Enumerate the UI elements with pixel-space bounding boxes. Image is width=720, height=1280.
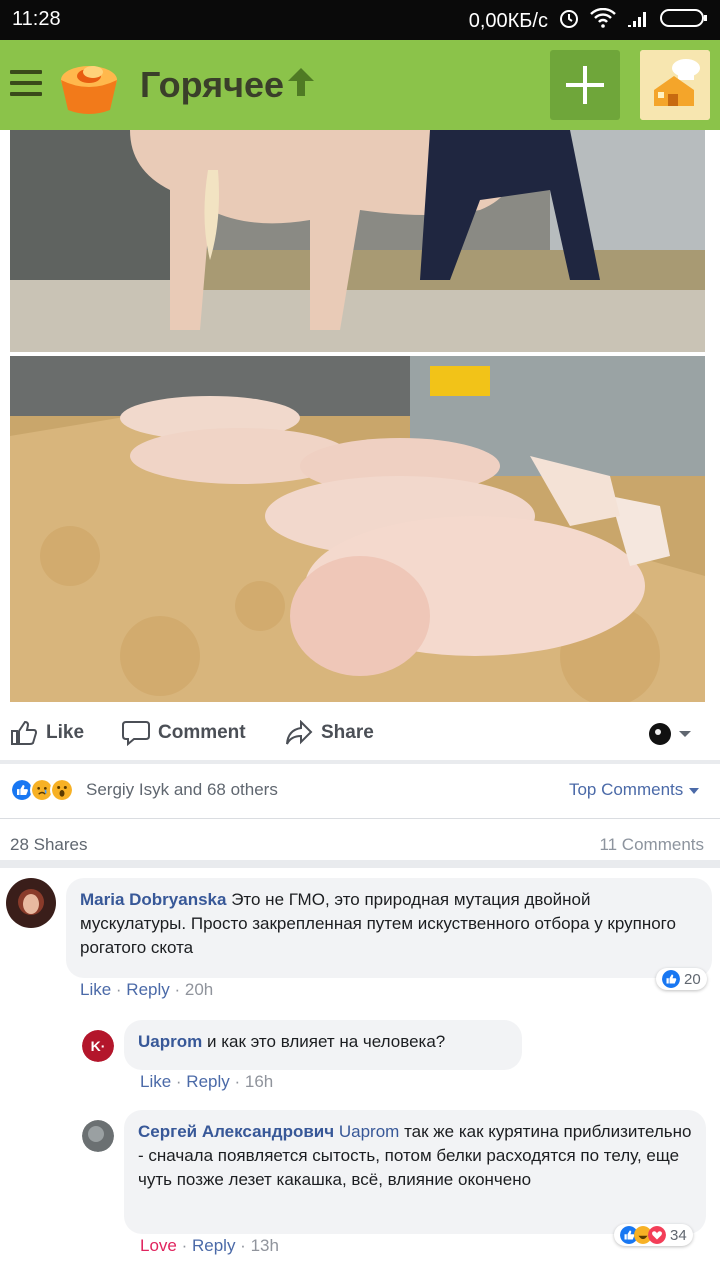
comment-meta: Like · Reply · 16h [140, 1072, 274, 1091]
comments-section: Maria Dobryanska Это не ГМО, это природн… [0, 868, 720, 1280]
comment-icon [122, 721, 150, 746]
avatar[interactable] [6, 878, 56, 928]
share-button[interactable]: Share [285, 720, 374, 746]
reactions-summary[interactable]: Sergiy Isyk and 68 others Top Comments [0, 764, 720, 816]
comment-reply-link[interactable]: Reply [192, 1236, 235, 1255]
comment-button[interactable]: Comment [122, 720, 246, 746]
user-avatar[interactable] [640, 50, 710, 120]
status-time: 11:28 [12, 8, 61, 30]
signal-icon [626, 9, 650, 33]
svg-text:K·: K· [91, 1038, 106, 1054]
wow-reaction-icon [50, 778, 74, 802]
post-photo-top[interactable] [10, 130, 705, 352]
comments-count[interactable]: 11 Comments [599, 835, 704, 855]
comment-author[interactable]: Uaprom [138, 1032, 202, 1051]
comment-bubble: Сергей Александрович Uaprom так же как к… [124, 1110, 706, 1234]
top-comments-label: Top Comments [568, 780, 684, 799]
post-photo-bottom[interactable] [10, 356, 705, 702]
chevron-down-icon [679, 731, 691, 737]
battery-icon [660, 8, 708, 34]
post-actions: Like Comment Share [0, 706, 720, 760]
like-label: Like [46, 722, 85, 743]
comment-reply-link[interactable]: Reply [126, 980, 169, 999]
comment-author[interactable]: Maria Dobryanska [80, 890, 226, 909]
top-comments-dropdown[interactable]: Top Comments [569, 780, 700, 800]
comment-mention[interactable]: Uaprom [339, 1122, 399, 1141]
comment-label: Comment [158, 722, 246, 743]
comment-reactions[interactable]: 34 [614, 1224, 693, 1246]
comment-bubble: Maria Dobryanska Это не ГМО, это природн… [66, 878, 712, 978]
share-icon [286, 720, 313, 745]
comment-author[interactable]: Сергей Александрович [138, 1122, 334, 1141]
comment-reactions[interactable]: 20 [656, 968, 707, 990]
avatar[interactable]: K· [82, 1030, 114, 1062]
comment-time: 16h [244, 1072, 274, 1091]
reaction-count: 34 [670, 1226, 687, 1244]
avatar[interactable] [82, 1120, 114, 1152]
wifi-icon [590, 7, 616, 34]
comment-time: 20h [184, 980, 214, 999]
like-reaction-icon [662, 970, 680, 988]
reaction-count: 20 [684, 970, 701, 988]
chevron-down-icon [689, 788, 699, 794]
comment-like-link[interactable]: Like [80, 980, 111, 999]
comment-reply-link[interactable]: Reply [186, 1072, 229, 1091]
like-button[interactable]: Like [10, 720, 84, 746]
comment-meta: Love · Reply · 13h [140, 1236, 279, 1255]
comment-meta: Like · Reply · 20h [80, 980, 214, 999]
menu-icon[interactable] [10, 70, 42, 96]
reactions-text: Sergiy Isyk and 68 others [86, 780, 278, 799]
divider [0, 860, 720, 868]
network-speed: 0,00КБ/с [468, 9, 548, 32]
add-icon[interactable] [550, 50, 620, 120]
share-label: Share [321, 722, 374, 743]
profile-reaction-icon [649, 723, 671, 745]
status-bar: 11:28 0,00КБ/с [0, 0, 720, 40]
page-title: Горячее [140, 64, 285, 105]
comment-bubble: Uaprom и как это влияет на человека? [124, 1020, 522, 1070]
comment-text: и как это влияет на человека? [206, 1032, 446, 1051]
like-icon [11, 720, 38, 745]
love-reaction-icon [648, 1226, 666, 1244]
shares-count[interactable]: 28 Shares [10, 835, 88, 855]
app-logo-icon [56, 54, 122, 116]
reaction-selector[interactable] [648, 722, 692, 746]
app-bar: Горячее [0, 40, 720, 130]
comment-time: 13h [250, 1236, 279, 1255]
shares-row: 28 Shares 11 Comments [0, 818, 720, 860]
arrow-up-icon[interactable] [286, 66, 316, 103]
alarm-icon [558, 7, 580, 35]
comment-like-link[interactable]: Like [140, 1072, 171, 1091]
comment-love-link[interactable]: Love [140, 1236, 177, 1255]
